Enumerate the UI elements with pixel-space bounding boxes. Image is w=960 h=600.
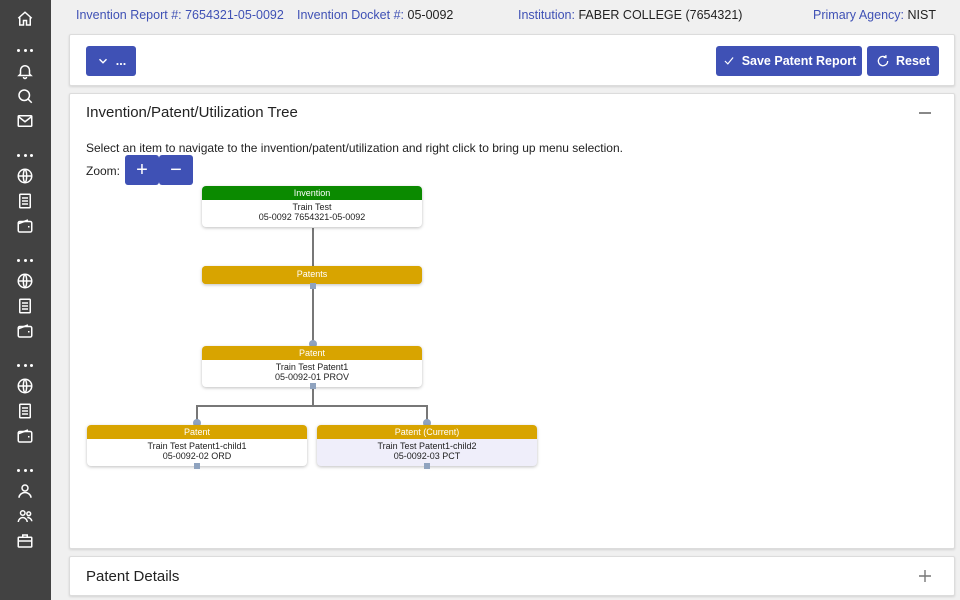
- wallet-icon[interactable]: [14, 425, 36, 447]
- briefcase-icon[interactable]: [14, 530, 36, 552]
- node-type-label: Patent: [87, 425, 307, 439]
- users-icon[interactable]: [14, 505, 36, 527]
- more-dots-icon[interactable]: [17, 257, 33, 263]
- reset-button[interactable]: Reset: [867, 46, 939, 76]
- document-icon[interactable]: [14, 400, 36, 422]
- node-handle: [310, 283, 316, 289]
- node-code: 05-0092 7654321-05-0092: [258, 212, 366, 222]
- bell-icon[interactable]: [14, 60, 36, 82]
- node-handle: [424, 463, 430, 469]
- zoom-in-button[interactable]: +: [125, 155, 159, 185]
- patent-details-title: Patent Details: [86, 568, 180, 585]
- tree-panel: Invention/Patent/Utilization Tree Select…: [69, 93, 955, 549]
- wallet-icon[interactable]: [14, 215, 36, 237]
- node-code: 05-0092-02 ORD: [162, 451, 232, 461]
- more-dots-icon[interactable]: [17, 152, 33, 158]
- tree-node-patent-child1[interactable]: Patent Train Test Patent1-child1 05-0092…: [87, 425, 307, 466]
- node-type-label: Patents: [202, 266, 422, 284]
- check-icon: [724, 57, 734, 65]
- user-icon[interactable]: [14, 480, 36, 502]
- invention-docket-value: 05-0092: [407, 8, 454, 22]
- node-type-label: Patent (Current): [317, 425, 537, 439]
- action-toolbar: ... Save Patent Report Reset: [69, 34, 955, 86]
- mail-icon[interactable]: [14, 110, 36, 132]
- invention-docket-field: Invention Docket #: 05-0092: [297, 8, 454, 22]
- document-icon[interactable]: [14, 190, 36, 212]
- tree-node-invention[interactable]: Invention Train Test 05-0092 7654321-05-…: [202, 186, 422, 227]
- tree-connector: [312, 286, 314, 346]
- expand-icon[interactable]: [918, 569, 932, 583]
- tree-connector: [312, 228, 314, 268]
- primary-agency-value: NIST: [907, 8, 936, 22]
- more-dots-icon[interactable]: [17, 362, 33, 368]
- node-name: Train Test Patent1-child1: [147, 441, 247, 451]
- tree-node-patent-child2-current[interactable]: Patent (Current) Train Test Patent1-chil…: [317, 425, 537, 466]
- tree-node-patent[interactable]: Patent Train Test Patent1 05-0092-01 PRO…: [202, 346, 422, 387]
- save-patent-report-button[interactable]: Save Patent Report: [716, 46, 862, 76]
- tree-panel-title: Invention/Patent/Utilization Tree: [86, 104, 298, 121]
- sidebar: [0, 0, 51, 600]
- primary-agency-field: Primary Agency: NIST: [813, 8, 936, 22]
- node-handle: [310, 383, 316, 389]
- zoom-label: Zoom:: [86, 164, 121, 178]
- tree-connector: [312, 387, 314, 405]
- chevron-down-icon: [98, 58, 107, 64]
- search-icon[interactable]: [14, 85, 36, 107]
- patent-details-panel[interactable]: Patent Details: [69, 556, 955, 596]
- refresh-icon: [877, 55, 889, 67]
- tree-node-patents-group[interactable]: Patents: [202, 266, 422, 284]
- globe-icon[interactable]: [14, 375, 36, 397]
- institution-value: FABER COLLEGE (7654321): [578, 8, 743, 22]
- wallet-icon[interactable]: [14, 320, 36, 342]
- more-dots-icon[interactable]: [17, 47, 33, 53]
- document-icon[interactable]: [14, 295, 36, 317]
- more-actions-button[interactable]: ...: [86, 46, 136, 76]
- node-name: Train Test Patent1-child2: [377, 441, 477, 451]
- collapse-icon[interactable]: [918, 106, 932, 120]
- node-code: 05-0092-03 PCT: [393, 451, 461, 461]
- tree-connector: [196, 405, 428, 407]
- more-dots-icon[interactable]: [17, 467, 33, 473]
- globe-icon[interactable]: [14, 165, 36, 187]
- node-name: Train Test Patent1: [275, 362, 349, 372]
- node-code: 05-0092-01 PROV: [274, 372, 350, 382]
- institution-field: Institution: FABER COLLEGE (7654321): [518, 8, 743, 22]
- node-type-label: Invention: [202, 186, 422, 200]
- invention-report-field: Invention Report #: 7654321-05-0092: [76, 8, 284, 22]
- node-name: Train Test: [292, 202, 332, 212]
- node-handle: [194, 463, 200, 469]
- node-type-label: Patent: [202, 346, 422, 360]
- home-icon[interactable]: [14, 8, 36, 30]
- zoom-out-button[interactable]: −: [159, 155, 193, 185]
- tree-instructions: Select an item to navigate to the invent…: [86, 141, 623, 155]
- invention-report-value: 7654321-05-0092: [185, 8, 284, 22]
- globe-icon[interactable]: [14, 270, 36, 292]
